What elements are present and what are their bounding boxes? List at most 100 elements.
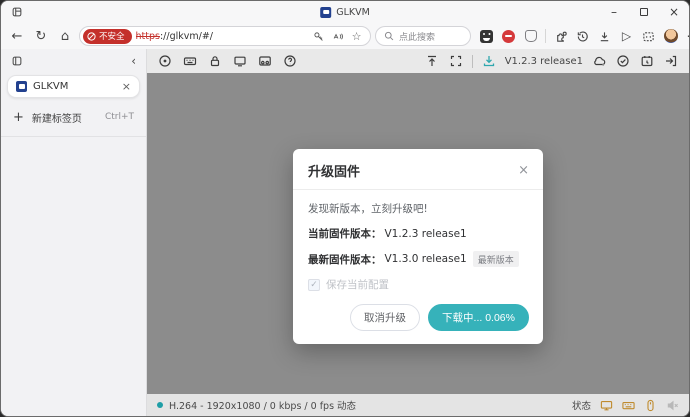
search-icon (384, 31, 394, 41)
glkvm-favicon (320, 7, 331, 18)
search-box[interactable]: 点此搜索 (375, 26, 471, 46)
maximize-button[interactable] (629, 1, 659, 23)
sidebar-header: ‹ (1, 49, 146, 73)
tab-label: GLKVM (33, 81, 116, 92)
close-icon: × (669, 5, 679, 19)
keyboard-status-icon[interactable] (622, 399, 635, 412)
media-device-button[interactable] (257, 53, 273, 69)
latest-version-value: V1.3.0 release1 (385, 253, 467, 265)
downloads-button[interactable] (597, 29, 612, 44)
back-icon: ← (12, 29, 23, 44)
upgrade-firmware-dialog: 升级固件 × 发现新版本，立刻升级吧! 当前固件版本： V1.2.3 relea… (293, 149, 543, 344)
extension-adblock-icon[interactable] (501, 29, 516, 44)
extensions-menu-button[interactable] (553, 29, 568, 44)
stream-info-text: H.264 - 1920x1080 / 0 kbps / 0 fps 动态 (169, 398, 356, 412)
maximize-icon (640, 8, 648, 16)
close-tab-button[interactable]: × (122, 80, 131, 93)
target-button[interactable] (157, 53, 173, 69)
security-label: 不安全 (99, 30, 125, 42)
send-icon: ▷ (622, 29, 631, 43)
glkvm-page: V1.2.3 release1 (147, 49, 689, 416)
settings-more-button[interactable]: ⋯ (685, 29, 690, 44)
security-shield-button[interactable] (615, 53, 631, 69)
star-glyph: ☆ (352, 30, 362, 43)
browser-tab-glkvm[interactable]: GLKVM × (7, 75, 140, 98)
exit-button[interactable] (663, 53, 679, 69)
status-indicators: 状态 (572, 398, 679, 412)
keep-config-label: 保存当前配置 (326, 277, 389, 292)
minimize-icon: – (611, 5, 617, 19)
security-badge[interactable]: 不安全 (83, 29, 132, 44)
latest-version-badge: 最新版本 (473, 251, 519, 267)
firmware-version-text[interactable]: V1.2.3 release1 (505, 56, 583, 67)
favorite-star-icon[interactable]: ☆ (349, 29, 364, 44)
screen-status-icon[interactable] (600, 399, 613, 412)
download-progress-button[interactable]: 下载中... 0.06% (428, 304, 529, 331)
kvm-screen[interactable]: 升级固件 × 发现新版本，立刻升级吧! 当前固件版本： V1.2.3 relea… (147, 73, 689, 394)
window-title: GLKVM (320, 7, 370, 18)
upload-icon (425, 54, 439, 68)
help-button[interactable] (282, 53, 298, 69)
avatar-icon (664, 29, 678, 43)
shield-check-icon (616, 54, 630, 68)
url-scheme: https (136, 31, 160, 42)
dialog-header: 升级固件 × (293, 149, 543, 189)
extension-dark-icon[interactable] (479, 29, 494, 44)
sidebar-divider (1, 136, 146, 137)
more-icon: ⋯ (687, 29, 690, 43)
dialog-title: 升级固件 (308, 161, 360, 180)
keyboard-button[interactable] (182, 53, 198, 69)
profile-avatar-button[interactable] (663, 29, 678, 44)
vertical-tabs-sidebar: ‹ GLKVM × + 新建标签页 Ctrl+T (1, 49, 147, 416)
mouse-status-icon[interactable] (644, 399, 657, 412)
url-rest: ://glkvm/#/ (160, 31, 213, 42)
sidebar-tab-actions-icon[interactable] (11, 55, 23, 67)
toolbar-divider (545, 29, 546, 43)
media-device-icon (258, 54, 272, 68)
puzzle-icon (554, 30, 567, 43)
new-version-message: 发现新版本，立刻升级吧! (308, 201, 528, 216)
web-capture-icon (642, 30, 655, 43)
browser-toolbar: ← ↻ ⌂ 不安全 https://glkvm/#/ ☆ 点此搜索 (1, 23, 689, 49)
firmware-update-button[interactable] (481, 53, 497, 69)
lock-button[interactable] (207, 53, 223, 69)
tab-actions-menu-icon[interactable] (10, 5, 24, 19)
session-record-button[interactable] (639, 53, 655, 69)
collapse-sidebar-button[interactable]: ‹ (131, 54, 136, 68)
url-text: https://glkvm/#/ (136, 31, 307, 42)
audio-muted-icon[interactable] (666, 399, 679, 412)
close-dialog-button[interactable]: × (518, 164, 529, 177)
extension-shield-icon[interactable] (523, 29, 538, 44)
address-bar[interactable]: 不安全 https://glkvm/#/ ☆ (79, 26, 371, 46)
close-window-button[interactable]: × (659, 1, 689, 23)
monitor-button[interactable] (232, 53, 248, 69)
shield-outline-glyph (524, 30, 536, 42)
refresh-icon: ↻ (36, 29, 47, 44)
latest-version-label: 最新固件版本： (308, 252, 382, 267)
home-icon: ⌂ (61, 29, 69, 44)
cloud-icon (592, 54, 606, 68)
cloud-status-button[interactable] (591, 53, 607, 69)
home-button[interactable]: ⌂ (55, 26, 75, 46)
help-icon (283, 54, 297, 68)
password-key-icon[interactable] (311, 29, 326, 44)
fullscreen-button[interactable] (448, 53, 464, 69)
history-clock-icon (576, 30, 589, 43)
back-button[interactable]: ← (7, 26, 27, 46)
web-capture-button[interactable] (641, 29, 656, 44)
download-icon (598, 30, 611, 43)
new-tab-button[interactable]: + 新建标签页 Ctrl+T (1, 104, 146, 130)
refresh-button[interactable]: ↻ (31, 26, 51, 46)
cancel-upgrade-button[interactable]: 取消升级 (350, 304, 420, 331)
keep-config-checkbox[interactable]: ✓ 保存当前配置 (308, 277, 528, 292)
tab-favicon (16, 81, 27, 92)
send-to-device-button[interactable]: ▷ (619, 29, 634, 44)
chevron-left-icon: ‹ (131, 54, 136, 68)
main-row: ‹ GLKVM × + 新建标签页 Ctrl+T (1, 49, 689, 416)
read-aloud-icon[interactable] (330, 29, 345, 44)
upload-button[interactable] (424, 53, 440, 69)
minimize-button[interactable]: – (599, 1, 629, 23)
kvm-toolbar-right: V1.2.3 release1 (424, 53, 679, 69)
new-tab-shortcut: Ctrl+T (105, 112, 134, 122)
history-button[interactable] (575, 29, 590, 44)
